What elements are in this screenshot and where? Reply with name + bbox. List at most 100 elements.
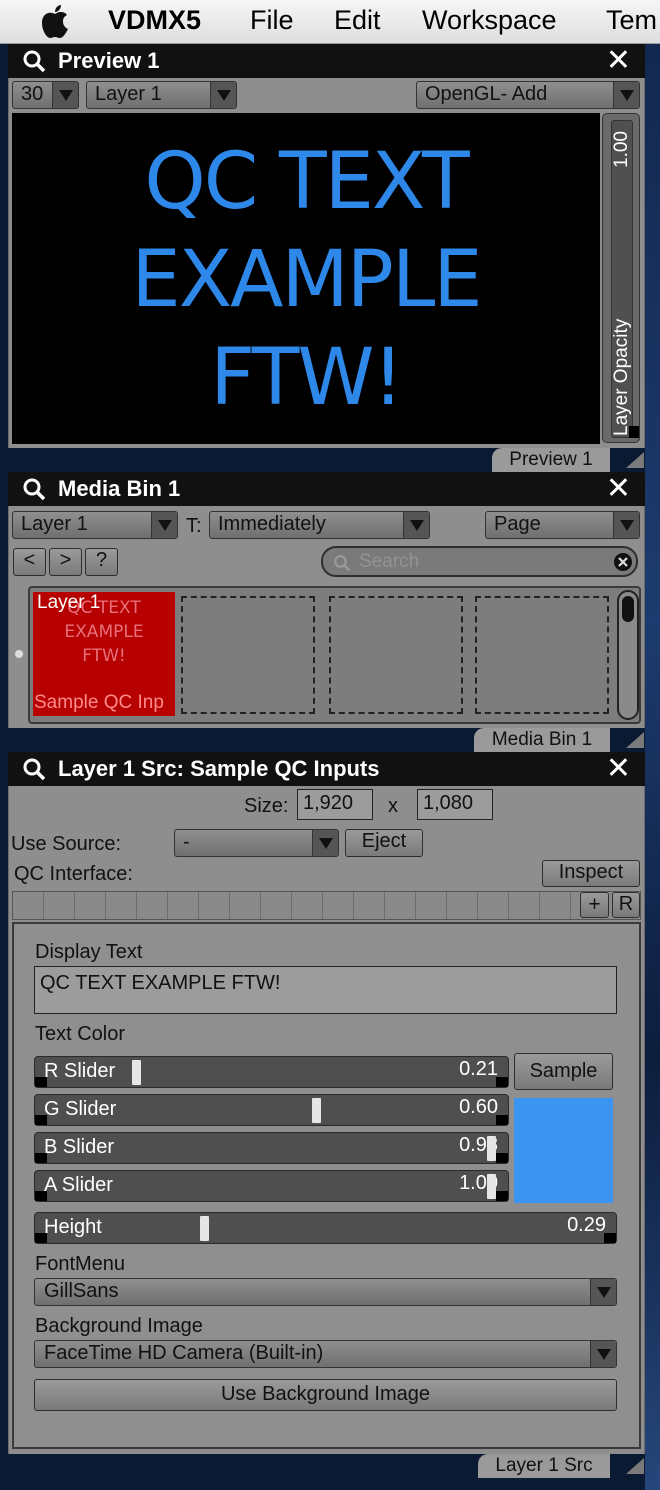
slider-value: 0.60: [459, 1096, 498, 1118]
slider-knob[interactable]: [200, 1216, 209, 1241]
bin-scrollbar[interactable]: [617, 590, 639, 720]
r-slider[interactable]: R Slider 0.21: [34, 1056, 509, 1088]
search-field[interactable]: Search: [321, 546, 638, 577]
page-popup[interactable]: Page: [485, 511, 640, 539]
chevron-down-icon: [403, 512, 429, 538]
slider-cap: [496, 1077, 508, 1087]
empty-clip-slot[interactable]: [329, 596, 463, 714]
next-page-button[interactable]: >: [49, 548, 82, 576]
chevron-down-icon: [590, 1279, 616, 1305]
prev-page-button[interactable]: <: [13, 548, 46, 576]
layer-value: Layer 1: [95, 83, 162, 105]
slider-value: 0.21: [459, 1058, 498, 1080]
clip-thumb-text: EXAMPLE: [64, 622, 144, 642]
chevron-down-icon: [52, 82, 78, 108]
height-slider[interactable]: Height 0.29: [34, 1212, 617, 1244]
bin-scroll-thumb[interactable]: [622, 596, 634, 622]
preview-canvas[interactable]: QC TEXT EXAMPLE FTW!: [12, 113, 600, 444]
bin-layer-value: Layer 1: [21, 513, 88, 535]
menu-file[interactable]: File: [250, 5, 294, 36]
sample-button[interactable]: Sample: [514, 1053, 613, 1090]
use-source-popup[interactable]: -: [174, 829, 339, 857]
b-slider[interactable]: B Slider 0.98: [34, 1132, 509, 1164]
layer-opacity-slider[interactable]: 1.00 Layer Opacity: [602, 113, 640, 443]
search-placeholder: Search: [359, 551, 420, 572]
slider-label: Height: [44, 1216, 102, 1238]
preview-text-line: QC TEXT: [144, 137, 469, 227]
media-bin-title: Media Bin 1: [58, 476, 181, 501]
slider-knob[interactable]: [311, 1098, 321, 1123]
background-image-label: Background Image: [35, 1315, 203, 1337]
slider-knob[interactable]: [131, 1060, 141, 1085]
media-clip[interactable]: QC TEXT EXAMPLE FTW! Layer 1 Sample QC I…: [33, 592, 175, 716]
chevron-down-icon: [210, 82, 236, 108]
width-field[interactable]: 1,920: [297, 789, 373, 820]
search-icon[interactable]: [22, 49, 46, 73]
preview-text-line: FTW!: [210, 333, 404, 423]
close-icon[interactable]: ✕: [606, 474, 631, 504]
layer-src-title: Layer 1 Src: Sample QC Inputs: [58, 756, 380, 781]
opacity-label: Layer Opacity: [611, 318, 632, 436]
resize-grip-icon[interactable]: [626, 1458, 644, 1474]
layer-src-tab[interactable]: Layer 1 Src: [478, 1454, 610, 1478]
height-field[interactable]: 1,080: [417, 789, 493, 820]
qc-interface-strip[interactable]: [12, 891, 641, 920]
search-icon[interactable]: [22, 477, 46, 501]
menu-templates[interactable]: Tem: [606, 5, 657, 36]
background-image-popup[interactable]: FaceTime HD Camera (Built-in): [34, 1340, 617, 1368]
preview-titlebar[interactable]: Preview 1 ✕: [8, 44, 645, 78]
g-slider[interactable]: G Slider 0.60: [34, 1094, 509, 1126]
menu-edit[interactable]: Edit: [334, 5, 381, 36]
blend-mode-popup[interactable]: OpenGL- Add: [416, 81, 640, 109]
clear-search-icon[interactable]: [613, 552, 633, 572]
clip-name: Sample QC Inp: [34, 692, 164, 713]
trigger-label: T:: [186, 515, 202, 537]
add-button[interactable]: +: [580, 892, 609, 918]
reset-button[interactable]: R: [612, 892, 640, 918]
slider-cap: [35, 1233, 47, 1243]
page-indicator-dot: [15, 650, 23, 658]
fps-popup[interactable]: 30: [12, 81, 79, 109]
slider-cap: [35, 1153, 47, 1163]
apple-logo-icon[interactable]: [38, 2, 72, 40]
page-value: Page: [494, 513, 541, 535]
close-icon[interactable]: ✕: [606, 754, 631, 784]
opacity-cap: [629, 426, 639, 438]
inspect-button[interactable]: Inspect: [542, 860, 640, 887]
media-bin-tab[interactable]: Media Bin 1: [474, 728, 610, 752]
use-source-value: -: [183, 831, 190, 853]
empty-clip-slot[interactable]: [475, 596, 609, 714]
blend-mode-value: OpenGL- Add: [425, 83, 548, 105]
search-icon[interactable]: [22, 757, 46, 781]
use-background-image-button[interactable]: Use Background Image: [34, 1379, 617, 1411]
menu-workspace[interactable]: Workspace: [422, 5, 557, 36]
trigger-mode-popup[interactable]: Immediately: [209, 511, 430, 539]
slider-knob[interactable]: [486, 1136, 496, 1161]
size-x-label: x: [388, 795, 398, 817]
empty-clip-slot[interactable]: [181, 596, 315, 714]
search-icon: [334, 555, 351, 572]
resize-grip-icon[interactable]: [626, 732, 644, 748]
layer-src-titlebar[interactable]: Layer 1 Src: Sample QC Inputs ✕: [8, 752, 645, 786]
chevron-down-icon: [312, 830, 338, 856]
use-source-label: Use Source:: [11, 833, 122, 855]
media-bin-titlebar[interactable]: Media Bin 1 ✕: [8, 472, 645, 506]
eject-button[interactable]: Eject: [345, 829, 423, 857]
size-label: Size:: [244, 795, 289, 817]
bin-layer-popup[interactable]: Layer 1: [12, 511, 178, 539]
slider-cap: [35, 1191, 47, 1201]
opacity-value: 1.00: [611, 131, 632, 168]
slider-cap: [496, 1153, 508, 1163]
close-icon[interactable]: ✕: [606, 46, 631, 76]
help-button[interactable]: ?: [85, 548, 118, 576]
a-slider[interactable]: A Slider 1.00: [34, 1170, 509, 1202]
menu-app-name[interactable]: VDMX5: [108, 5, 201, 36]
preview-tab[interactable]: Preview 1: [492, 448, 610, 472]
display-text-field[interactable]: QC TEXT EXAMPLE FTW!: [34, 966, 617, 1014]
font-menu-popup[interactable]: GillSans: [34, 1278, 617, 1306]
slider-knob[interactable]: [487, 1174, 496, 1199]
resize-grip-icon[interactable]: [626, 452, 644, 468]
color-swatch[interactable]: [514, 1098, 613, 1203]
font-menu-label: FontMenu: [35, 1253, 126, 1275]
layer-popup[interactable]: Layer 1: [86, 81, 237, 109]
